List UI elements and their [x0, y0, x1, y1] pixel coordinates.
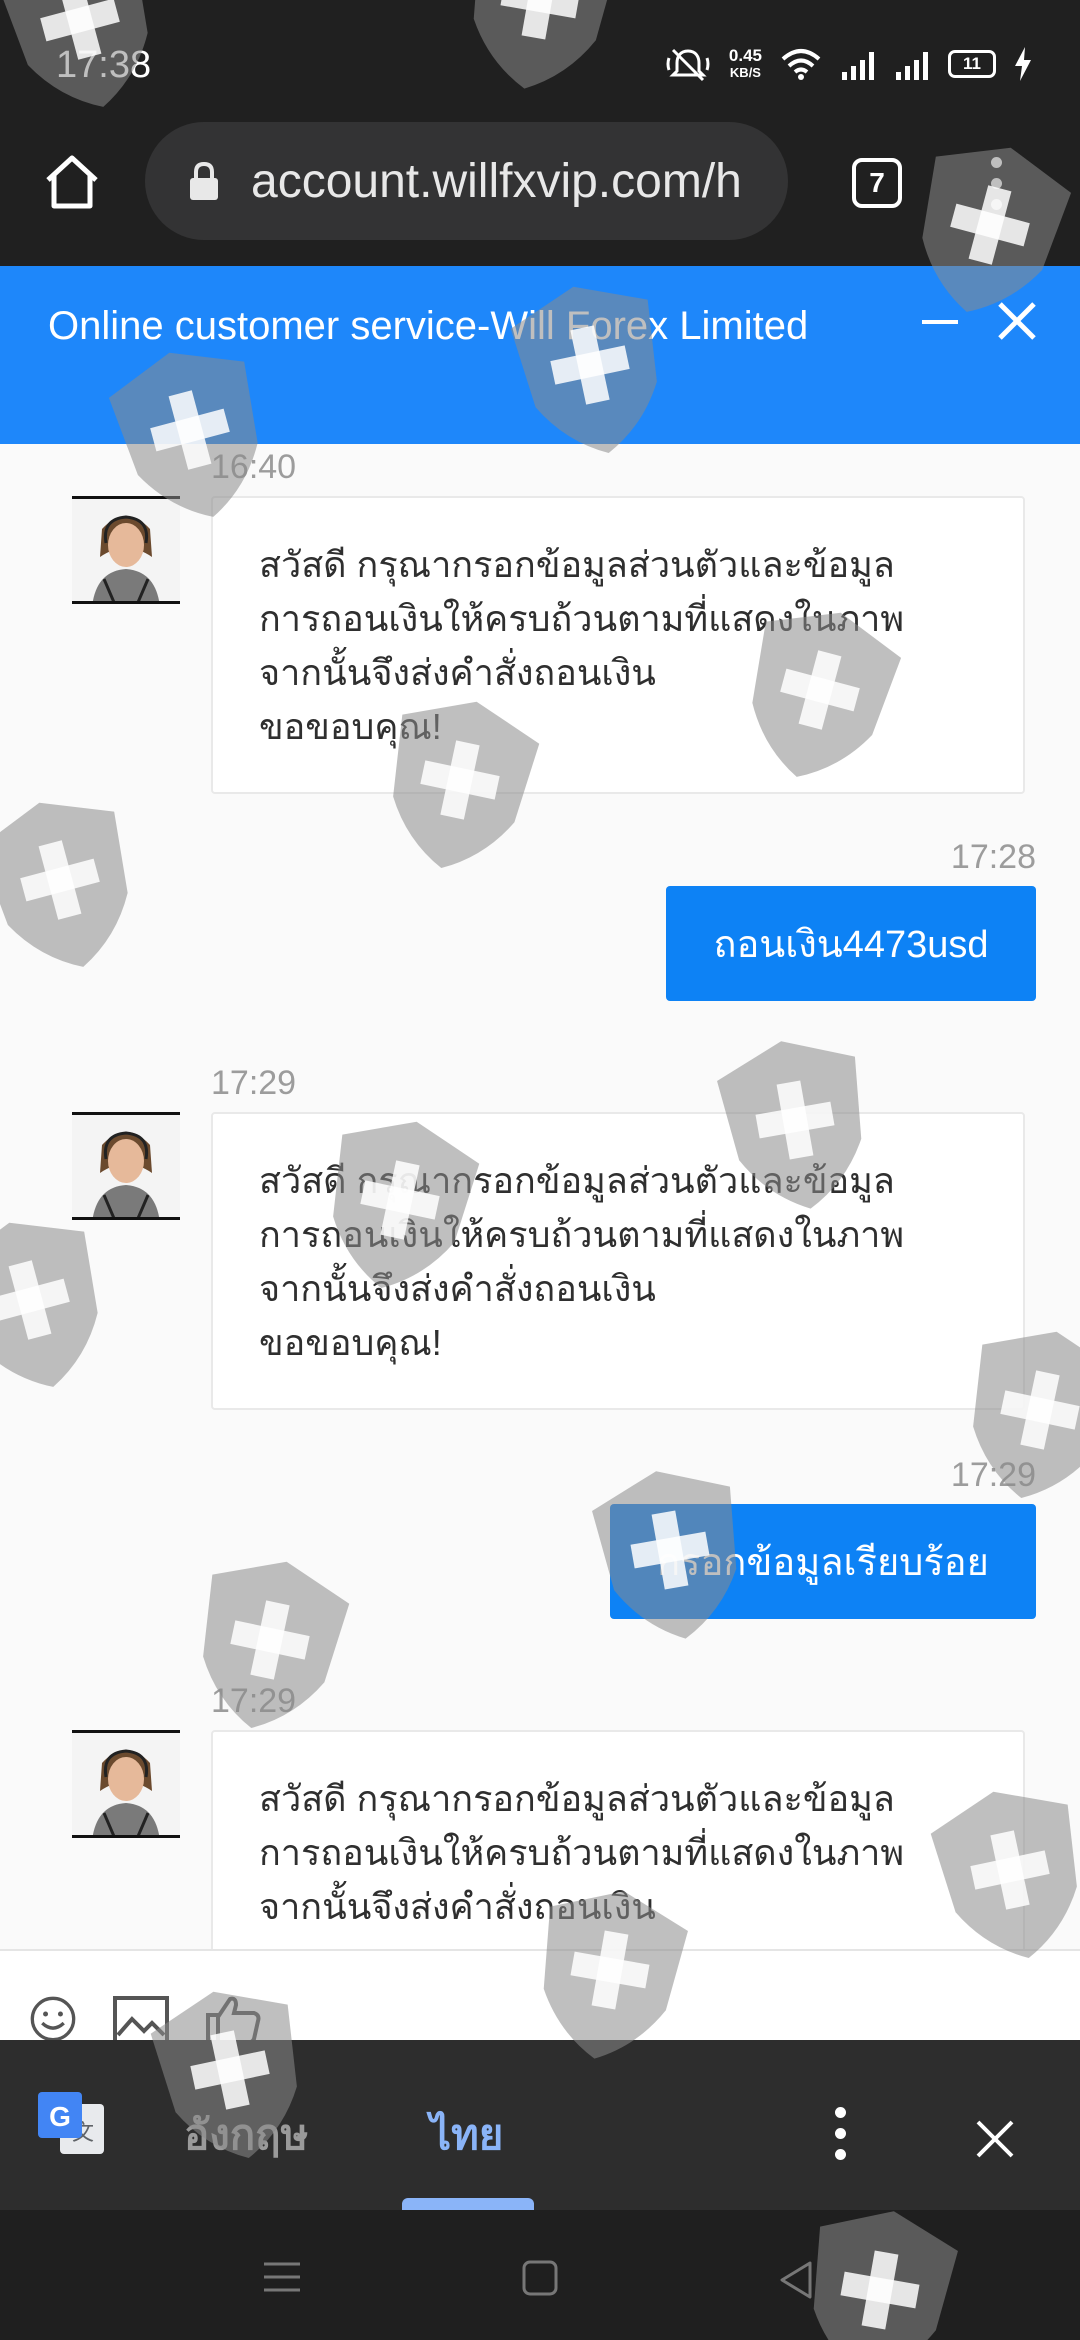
minimize-button[interactable] [922, 320, 958, 324]
address-bar[interactable]: account.willfxvip.com/h [145, 122, 788, 240]
agent-avatar [72, 1112, 180, 1220]
user-message-bubble: ถอนเงิน4473usd [666, 886, 1036, 1001]
charging-bolt-icon [1015, 47, 1031, 81]
selected-tab-indicator [402, 2198, 534, 2210]
message-time: 17:29 [211, 1682, 297, 1720]
translate-menu-button[interactable] [828, 2102, 852, 2166]
url-text: account.willfxvip.com/h [251, 154, 742, 208]
emoji-icon[interactable] [24, 1995, 82, 2043]
mute-bell-icon [666, 48, 710, 82]
system-nav-bar [0, 2210, 1080, 2340]
agent-message-bubble: สวัสดี กรุณากรอกข้อมูลส่วนตัวและข้อมูล ก… [211, 1112, 1025, 1410]
browser-menu-button[interactable] [984, 152, 1008, 216]
close-translate-icon[interactable] [974, 2118, 1016, 2160]
message-line: การถอนเงินให้ครบถ้วนตามที่แสดงในภาพ [259, 1832, 905, 1873]
back-icon[interactable] [778, 2260, 814, 2300]
status-bar: 17:38 0.45 KB/S 11 [0, 0, 1080, 118]
chat-messages[interactable]: 16:40 สวัสดี กรุณากรอกข้อมูลส่วนตัวและข้… [0, 444, 1080, 1949]
wifi-icon [781, 49, 821, 80]
message-input-toolbar [0, 1949, 1080, 2043]
thumbs-up-icon[interactable] [204, 1995, 262, 2043]
translate-bar: 文 G อังกฤษ ไทย [0, 2040, 1080, 2210]
message-time: 16:40 [211, 448, 297, 486]
close-chat-icon[interactable] [996, 300, 1038, 342]
message-line: ขอขอบคุณ! [259, 706, 442, 747]
agent-avatar [72, 1730, 180, 1838]
recent-apps-icon[interactable] [262, 2260, 302, 2294]
message-line: จากนั้นจึงส่งคำสั่งถอนเงิน [259, 1268, 656, 1309]
signal-icon-2 [896, 52, 928, 80]
battery-indicator: 11 [948, 50, 996, 78]
home-icon[interactable] [40, 150, 104, 214]
agent-avatar [72, 496, 180, 604]
message-line: สวัสดี กรุณากรอกข้อมูลส่วนตัวและข้อมูล [259, 544, 895, 585]
net-speed-value: 0.45 [728, 46, 762, 65]
message-time: 17:28 [950, 838, 1036, 876]
chat-header: Online customer service-Will Forex Limit… [0, 266, 1080, 444]
tab-switcher-button[interactable]: 7 [852, 158, 902, 208]
chat-title: Online customer service-Will Forex Limit… [48, 304, 809, 348]
message-line: สวัสดี กรุณากรอกข้อมูลส่วนตัวและข้อมูล [259, 1160, 895, 1201]
message-line: การถอนเงินให้ครบถ้วนตามที่แสดงในภาพ [259, 598, 905, 639]
message-line: จากนั้นจึงส่งคำสั่งถอนเงิน [259, 1886, 656, 1927]
message-line: การถอนเงินให้ครบถ้วนตามที่แสดงในภาพ [259, 1214, 905, 1255]
agent-message-bubble: สวัสดี กรุณากรอกข้อมูลส่วนตัวและข้อมูล ก… [211, 1730, 1025, 1949]
agent-message-bubble: สวัสดี กรุณากรอกข้อมูลส่วนตัวและข้อมูล ก… [211, 496, 1025, 794]
message-line: จากนั้นจึงส่งคำสั่งถอนเงิน [259, 652, 656, 693]
signal-icon-1 [842, 52, 874, 80]
net-speed-unit: KB/S [729, 65, 761, 80]
lock-icon [190, 161, 218, 200]
image-upload-icon[interactable] [112, 1995, 170, 2043]
network-speed: 0.45 KB/S [729, 47, 762, 81]
user-message-bubble: กรอกข้อมูลเรียบร้อย [610, 1504, 1036, 1619]
message-line: สวัสดี กรุณากรอกข้อมูลส่วนตัวและข้อมูล [259, 1778, 895, 1819]
svg-text:G: G [49, 2101, 71, 2132]
message-line: ขอขอบคุณ! [259, 1322, 442, 1363]
target-language-tab[interactable]: ไทย [430, 2102, 503, 2168]
google-translate-icon: 文 G [38, 2092, 104, 2154]
source-language-tab[interactable]: อังกฤษ [184, 2102, 308, 2168]
home-nav-icon[interactable] [522, 2260, 558, 2296]
message-time: 17:29 [211, 1064, 297, 1102]
browser-toolbar: account.willfxvip.com/h 7 [0, 118, 1080, 266]
status-icons: 0.45 KB/S 11 [665, 46, 1032, 82]
message-time: 17:29 [950, 1456, 1036, 1494]
status-time: 17:38 [56, 44, 152, 86]
